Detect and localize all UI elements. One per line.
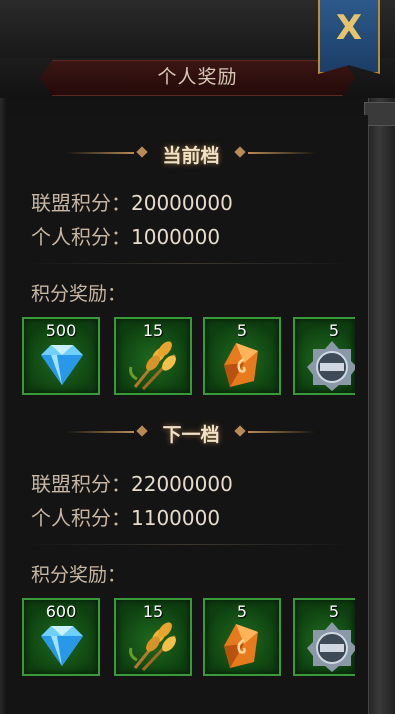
alliance-score-value: 22000000 <box>131 472 233 496</box>
divider <box>26 263 356 264</box>
personal-score-row: 个人积分：1000000 <box>31 221 220 250</box>
reward-slot-crystal[interactable]: 5 <box>203 317 281 395</box>
reward-slot-wheat[interactable]: 15 <box>114 317 192 395</box>
reward-slot-crystal[interactable]: 5 <box>203 598 281 676</box>
personal-score-row: 个人积分：1100000 <box>31 502 220 531</box>
wheat-icon <box>129 622 177 672</box>
wheat-icon <box>129 341 177 391</box>
right-frame-pillar <box>368 98 395 714</box>
reward-slot-medal[interactable]: 5 <box>293 317 355 395</box>
alliance-score-row: 联盟积分：22000000 <box>31 468 233 497</box>
amber-crystal-icon <box>224 624 258 668</box>
reward-slot-diamond[interactable]: 500 <box>22 317 100 395</box>
personal-score-value: 1000000 <box>131 225 221 249</box>
reward-panel: 当前档 联盟积分：20000000 个人积分：1000000 积分奖励： 500… <box>6 115 368 714</box>
silver-medal-icon <box>307 341 355 391</box>
divider <box>26 544 356 545</box>
reward-slot-diamond[interactable]: 600 <box>22 598 100 676</box>
alliance-score-row: 联盟积分：20000000 <box>31 187 233 216</box>
reward-slot-wheat[interactable]: 15 <box>114 598 192 676</box>
reward-slot-medal[interactable]: 5 <box>293 598 355 676</box>
rewards-label: 积分奖励： <box>31 283 127 305</box>
alliance-score-label: 联盟积分： <box>31 191 131 215</box>
personal-score-label: 个人积分： <box>31 506 131 530</box>
diamond-icon <box>41 345 83 385</box>
close-icon[interactable]: X <box>318 8 380 48</box>
alliance-score-label: 联盟积分： <box>31 472 131 496</box>
window-title: 个人奖励 <box>157 66 238 88</box>
amber-crystal-icon <box>224 343 258 387</box>
next-tier-title: 下一档 <box>162 424 220 446</box>
personal-score-label: 个人积分： <box>31 225 131 249</box>
rewards-label: 积分奖励： <box>31 564 127 586</box>
alliance-score-value: 20000000 <box>131 191 233 215</box>
personal-score-value: 1100000 <box>131 506 221 530</box>
silver-medal-icon <box>307 622 355 672</box>
current-tier-header: 当前档 <box>66 138 316 168</box>
diamond-icon <box>41 626 83 666</box>
pillar-cap <box>364 102 395 126</box>
current-tier-title: 当前档 <box>162 145 220 167</box>
next-tier-header: 下一档 <box>66 417 316 447</box>
